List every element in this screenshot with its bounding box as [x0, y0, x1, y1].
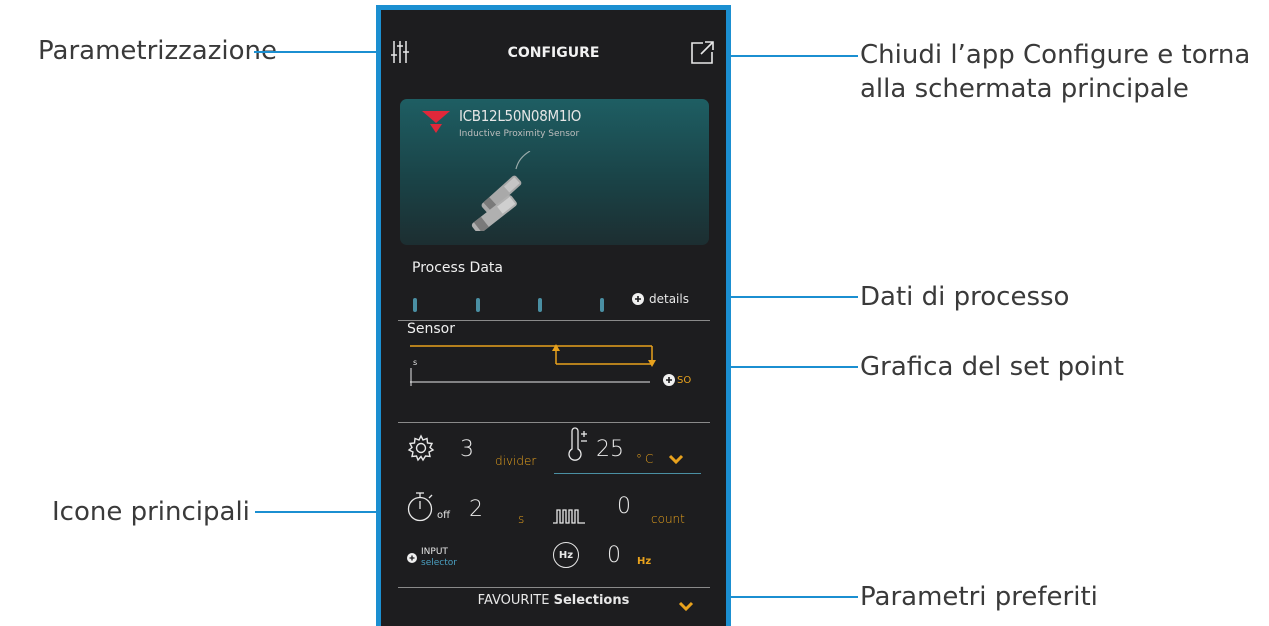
so-label: SO	[677, 374, 692, 386]
temperature-value: 25	[596, 437, 624, 462]
details-label: details	[649, 292, 689, 306]
divider-unit: divider	[495, 454, 537, 468]
phone-frame: CONFIGURE ICB12L50N08M1IO Inductive Prox…	[376, 5, 731, 626]
callout-process-data: Dati di processo	[860, 282, 1070, 312]
favourite-prefix: FAVOURITE	[477, 593, 550, 608]
callout-parametrization: Parametrizzazione	[38, 36, 277, 66]
timer-value: 2	[469, 497, 483, 522]
plus-circle-icon	[407, 553, 417, 563]
counter-unit: count	[651, 512, 685, 526]
temperature-unit: °C	[636, 452, 657, 466]
input-label: INPUT	[421, 547, 448, 557]
product-description: Inductive Proximity Sensor	[459, 129, 580, 139]
product-code: ICB12L50N08M1IO	[459, 107, 582, 125]
temperature-underline	[554, 473, 701, 474]
favourites-chevron-down-icon[interactable]	[678, 597, 694, 616]
temperature-icon[interactable]	[564, 427, 592, 467]
leader-line	[720, 596, 858, 598]
process-data-indicator	[476, 298, 480, 312]
product-card[interactable]: ICB12L50N08M1IO Inductive Proximity Sens…	[400, 99, 709, 245]
callout-close-app-line2: alla schermata principale	[860, 74, 1189, 104]
leader-line	[255, 511, 395, 513]
callout-favourite-params: Parametri preferiti	[860, 582, 1098, 612]
frequency-icon-text: Hz	[558, 549, 574, 561]
frequency-value: 0	[607, 543, 621, 568]
frequency-unit: Hz	[637, 556, 652, 567]
input-selector-button[interactable]: INPUT selector	[407, 547, 457, 569]
leader-line	[720, 55, 858, 57]
temperature-dropdown-chevron-icon[interactable]	[668, 450, 684, 469]
setpoint-chart	[410, 344, 656, 386]
callout-close-app-line1: Chiudi l’app Configure e torna	[860, 40, 1251, 70]
counter-value: 0	[617, 494, 631, 519]
plus-circle-icon	[663, 374, 675, 386]
callout-main-icons: Icone principali	[52, 497, 250, 527]
pulse-counter-icon[interactable]	[553, 507, 585, 529]
divider-value: 3	[460, 437, 474, 462]
callout-setpoint-graphic: Grafica del set point	[860, 352, 1124, 382]
selector-label: selector	[421, 558, 457, 568]
axis-start-label: s	[413, 358, 418, 367]
stopwatch-icon[interactable]	[407, 489, 437, 527]
leader-line	[254, 51, 394, 53]
favourite-selections-bar[interactable]: FAVOURITE Selections	[381, 593, 726, 615]
app-title: CONFIGURE	[507, 45, 600, 61]
process-data-indicator	[600, 298, 604, 312]
plus-circle-icon	[632, 293, 644, 305]
process-data-label: Process Data	[412, 260, 503, 276]
external-link-icon[interactable]	[689, 40, 715, 70]
frequency-icon[interactable]: Hz	[553, 542, 579, 568]
timer-unit: s	[518, 512, 525, 526]
callout-close-app: Chiudi l’app Configure e torna alla sche…	[860, 38, 1250, 106]
gear-icon[interactable]	[407, 434, 435, 466]
details-button[interactable]: details	[632, 292, 689, 306]
so-button[interactable]: SO	[663, 374, 691, 386]
process-data-indicator	[538, 298, 542, 312]
timer-suffix: off	[437, 510, 451, 521]
divider	[398, 422, 710, 423]
process-data-indicator	[413, 298, 417, 312]
divider	[398, 587, 710, 588]
sensor-label: Sensor	[407, 321, 455, 337]
brand-logo-icon	[422, 111, 450, 133]
app-screen: CONFIGURE ICB12L50N08M1IO Inductive Prox…	[381, 10, 726, 626]
favourite-bold: Selections	[553, 593, 630, 608]
sensor-image	[471, 151, 531, 231]
